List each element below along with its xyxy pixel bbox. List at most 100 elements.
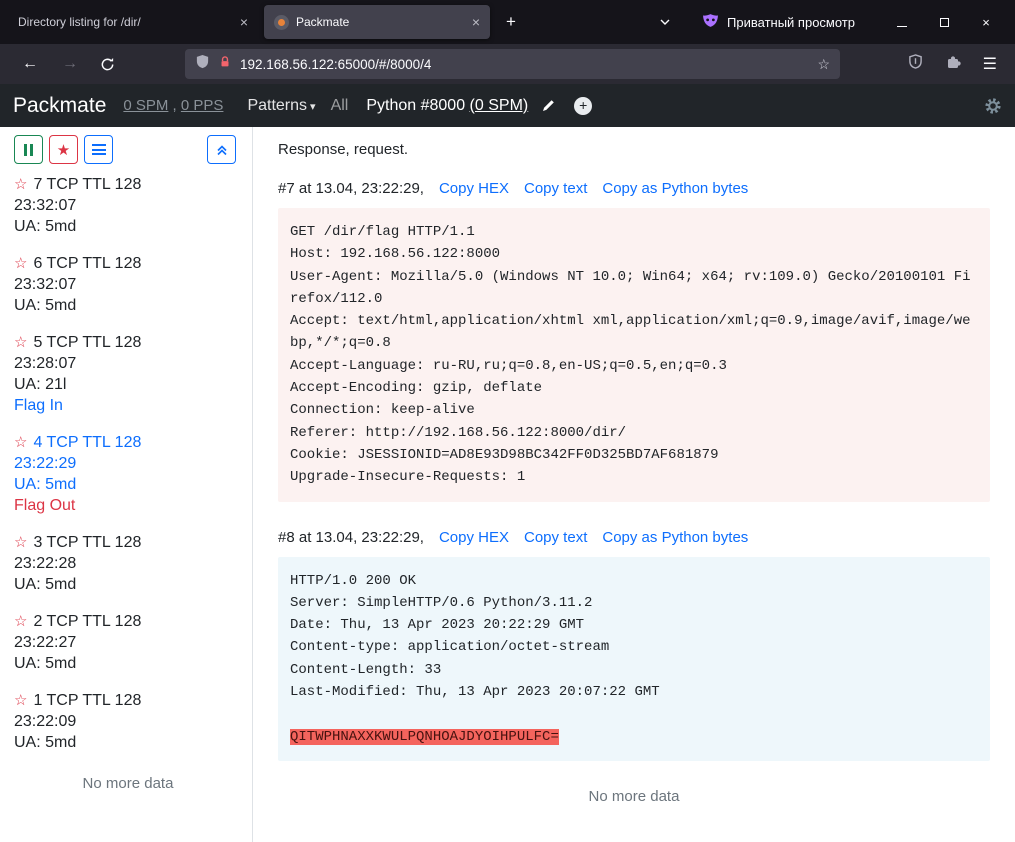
favorite-star-icon[interactable]: ☆ [14, 176, 27, 193]
tab-title: Packmate [296, 15, 464, 29]
entry-title: ☆1 TCP TTL 128 [14, 690, 242, 711]
packmate-header: Packmate 0 SPM , 0 PPS Patterns▾ All Pyt… [0, 84, 1015, 127]
entry-user-agent: UA: 21l [14, 374, 242, 395]
back-button[interactable]: ← [10, 55, 50, 73]
list-mode-button[interactable] [84, 135, 113, 164]
tab-directory-listing[interactable]: Directory listing for /dir/ × [8, 5, 258, 39]
list-item[interactable]: ☆1 TCP TTL 12823:22:09UA: 5md [14, 690, 242, 753]
entry-time: 23:32:07 [14, 274, 242, 295]
spm-stat: 0 SPM [123, 97, 168, 114]
entry-time: 23:28:07 [14, 353, 242, 374]
list-item[interactable]: ☆6 TCP TTL 12823:32:07UA: 5md [14, 253, 242, 316]
entry-title: ☆2 TCP TTL 128 [14, 611, 242, 632]
list-item[interactable]: ☆7 TCP TTL 12823:32:07UA: 5md [14, 174, 242, 237]
copy-python-bytes-link[interactable]: Copy as Python bytes [602, 529, 748, 546]
list-all-tabs-chevron-icon[interactable] [658, 15, 672, 29]
add-service-button[interactable]: + [574, 97, 592, 115]
service-name: Python #8000 [366, 97, 469, 114]
page-content: ★ ☆7 TCP TTL 12823:32:07UA: 5md☆6 TCP TT… [0, 127, 1015, 842]
entry-flag-link[interactable]: Flag Out [14, 495, 242, 516]
copy-hex-link[interactable]: Copy HEX [439, 529, 509, 546]
list-item[interactable]: ☆3 TCP TTL 12823:22:28UA: 5md [14, 532, 242, 595]
private-badge-label: Приватный просмотр [727, 15, 855, 30]
packmate-favicon-icon [274, 15, 289, 30]
favorite-star-icon[interactable]: ☆ [14, 434, 27, 451]
protections-shield-icon[interactable] [902, 54, 929, 74]
reload-icon[interactable] [90, 57, 125, 72]
window-close-button[interactable]: × [965, 15, 1007, 30]
main-panel: Response, request. #7 at 13.04, 23:22:29… [253, 127, 1015, 842]
scroll-to-top-button[interactable] [207, 135, 236, 164]
entry-title: ☆7 TCP TTL 128 [14, 174, 242, 195]
tab-packmate[interactable]: Packmate × [264, 5, 490, 39]
packets-container: #7 at 13.04, 23:22:29, Copy HEX Copy text C… [278, 180, 990, 761]
list-item[interactable]: ☆5 TCP TTL 12823:28:07UA: 21lFlag In [14, 332, 242, 416]
app-brand[interactable]: Packmate [13, 94, 106, 118]
packet-body: HTTP/1.0 200 OK Server: SimpleHTTP/0.6 P… [278, 557, 990, 761]
list-item[interactable]: ☆4 TCP TTL 12823:22:29UA: 5mdFlag Out [14, 432, 242, 516]
packet-id: #7 at 13.04, 23:22:29, [278, 180, 424, 197]
entry-user-agent: UA: 5md [14, 653, 242, 674]
forward-button: → [50, 55, 90, 73]
tab-close-icon[interactable]: × [240, 14, 248, 30]
tab-close-icon[interactable]: × [472, 14, 480, 30]
favorite-star-icon[interactable]: ☆ [14, 534, 27, 551]
tab-title: Directory listing for /dir/ [18, 15, 232, 29]
entry-time: 23:22:09 [14, 711, 242, 732]
sidebar: ★ ☆7 TCP TTL 12823:32:07UA: 5md☆6 TCP TT… [0, 127, 253, 842]
patterns-label: Patterns [247, 97, 307, 114]
favorite-star-icon[interactable]: ☆ [14, 255, 27, 272]
list-item[interactable]: ☆2 TCP TTL 12823:22:27UA: 5md [14, 611, 242, 674]
menu-hamburger-icon[interactable]: ☰ [977, 54, 1003, 74]
copy-hex-link[interactable]: Copy HEX [439, 180, 509, 197]
favorites-filter-button[interactable]: ★ [49, 135, 78, 164]
entry-title: ☆5 TCP TTL 128 [14, 332, 242, 353]
pps-stat: 0 PPS [181, 97, 224, 114]
copy-text-link[interactable]: Copy text [524, 529, 587, 546]
favorite-star-icon[interactable]: ☆ [14, 692, 27, 709]
sidebar-no-more-data-text: No more data [14, 775, 242, 792]
private-browsing-badge: Приватный просмотр [702, 12, 855, 32]
url-bar[interactable]: 192.168.56.122:65000/#/8000/4 ☆ [185, 49, 840, 79]
sidebar-controls: ★ [14, 135, 242, 164]
window-maximize-button[interactable] [923, 15, 965, 30]
url-text[interactable]: 192.168.56.122:65000/#/8000/4 [240, 57, 809, 72]
bookmark-star-icon[interactable]: ☆ [817, 56, 830, 73]
stats-separator: , [168, 97, 181, 114]
capture-list: ☆7 TCP TTL 12823:32:07UA: 5md☆6 TCP TTL … [14, 174, 242, 753]
packet-body: GET /dir/flag HTTP/1.1 Host: 192.168.56.… [278, 208, 990, 502]
entry-user-agent: UA: 5md [14, 574, 242, 595]
entry-user-agent: UA: 5md [14, 295, 242, 316]
packet-id: #8 at 13.04, 23:22:29, [278, 529, 424, 546]
copy-python-bytes-link[interactable]: Copy as Python bytes [602, 180, 748, 197]
insecure-lock-icon[interactable] [218, 55, 232, 74]
favorite-star-icon[interactable]: ☆ [14, 613, 27, 630]
chevron-down-icon: ▾ [310, 101, 316, 113]
entry-user-agent: UA: 5md [14, 474, 242, 495]
all-services-link[interactable]: All [331, 97, 349, 115]
entry-time: 23:32:07 [14, 195, 242, 216]
edit-service-pencil-icon[interactable] [541, 98, 556, 113]
settings-gear-icon[interactable] [984, 97, 1002, 115]
entry-user-agent: UA: 5md [14, 216, 242, 237]
entry-title: ☆3 TCP TTL 128 [14, 532, 242, 553]
entry-user-agent: UA: 5md [14, 732, 242, 753]
traffic-stats: 0 SPM , 0 PPS [123, 97, 223, 114]
service-tab-python-8000[interactable]: Python #8000 (0 SPM) [366, 97, 528, 115]
tracking-shield-icon[interactable] [195, 54, 210, 74]
entry-time: 23:22:27 [14, 632, 242, 653]
entry-title: ☆6 TCP TTL 128 [14, 253, 242, 274]
copy-text-link[interactable]: Copy text [524, 180, 587, 197]
browser-navbar: ← → 192.168.56.122:65000/#/8000/4 ☆ ☰ [0, 44, 1015, 84]
service-spm: (0 SPM) [470, 97, 529, 114]
private-mask-icon [702, 12, 719, 32]
flag-highlight: QITWPHNAXXKWULPQNHOAJDYOIHPULFC= [290, 729, 559, 745]
entry-flag-link[interactable]: Flag In [14, 395, 242, 416]
navbar-right-icons: ☰ [902, 54, 1005, 75]
window-minimize-button[interactable] [881, 15, 923, 30]
extensions-puzzle-icon[interactable] [939, 54, 967, 75]
patterns-dropdown[interactable]: Patterns▾ [247, 97, 315, 115]
new-tab-button[interactable]: + [494, 12, 528, 32]
favorite-star-icon[interactable]: ☆ [14, 334, 27, 351]
pause-capture-button[interactable] [14, 135, 43, 164]
